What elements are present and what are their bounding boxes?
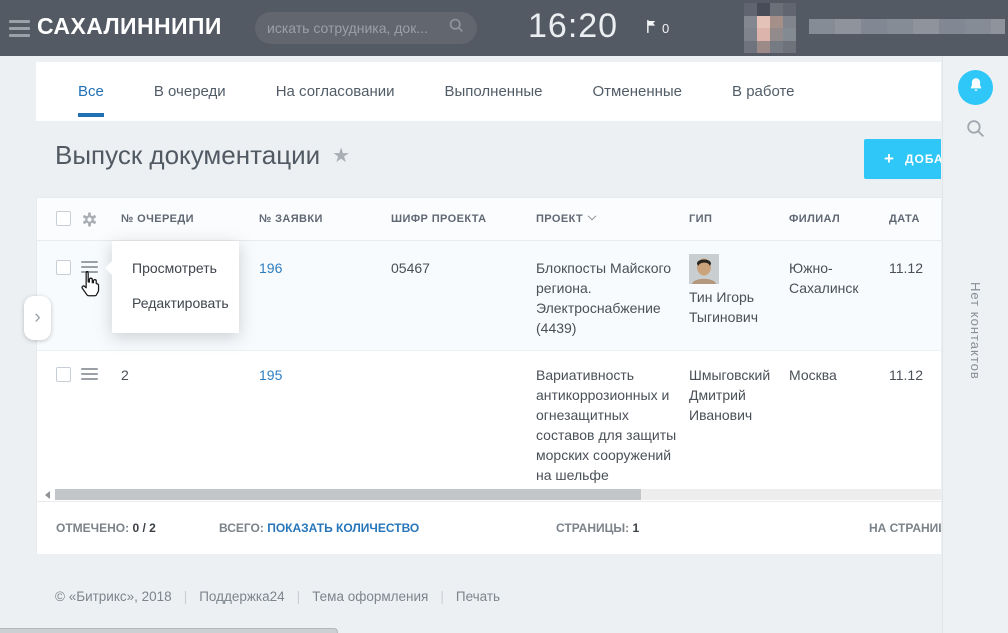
- date-cell: 11.12: [889, 365, 941, 385]
- column-header-branch[interactable]: ФИЛИАЛ: [789, 213, 840, 225]
- notifications-flag-button[interactable]: 0: [646, 19, 669, 37]
- triangle-left-icon: [45, 491, 50, 499]
- request-number-link[interactable]: 195: [259, 365, 282, 385]
- row-actions-icon[interactable]: [81, 261, 98, 276]
- scroll-left-button[interactable]: [41, 490, 53, 500]
- context-menu-item-view[interactable]: Просмотреть: [112, 251, 239, 286]
- gip-name-cell[interactable]: Шмыговский Дмитрий Иванович: [689, 365, 784, 425]
- expand-panel-button[interactable]: ›: [24, 296, 51, 340]
- row-context-menu: Просмотреть Редактировать: [112, 241, 239, 333]
- project-cell: Вариативность антикоррозионных и огнезащ…: [536, 365, 688, 485]
- grid-horizontal-scrollbar[interactable]: [37, 488, 941, 501]
- contacts-search-icon[interactable]: [965, 118, 986, 144]
- request-number-link[interactable]: 196: [259, 258, 282, 278]
- chevron-down-icon: [588, 212, 596, 220]
- active-tab-underline: [78, 113, 104, 117]
- user-name-blurred[interactable]: [809, 19, 1005, 34]
- gip-name-cell[interactable]: Тин Игорь Тыгинович: [689, 287, 784, 327]
- pages-counter: СТРАНИЦЫ: 1: [556, 521, 639, 535]
- top-header: САХАЛИННИПИ 16:20 0: [0, 0, 1008, 56]
- row-checkbox[interactable]: [56, 260, 71, 275]
- chevron-right-icon: ›: [34, 307, 40, 329]
- tab-all[interactable]: Все: [78, 62, 104, 121]
- gear-icon[interactable]: [81, 211, 98, 233]
- footer-link-print[interactable]: Печать: [456, 589, 500, 604]
- page-title-row: Выпуск документации ★: [55, 140, 350, 171]
- column-header-queue[interactable]: № ОЧЕРЕДИ: [121, 213, 194, 225]
- flag-icon: [646, 19, 657, 37]
- page-number[interactable]: 1: [632, 521, 639, 535]
- row-checkbox[interactable]: [56, 367, 71, 382]
- header-clock: 16:20: [528, 7, 618, 46]
- grid-footer-bar: ОТМЕЧЕНО: 0 / 2 ВСЕГО: ПОКАЗАТЬ КОЛИЧЕСТ…: [37, 501, 941, 554]
- app-title: САХАЛИННИПИ: [37, 13, 222, 40]
- bell-icon: [967, 76, 985, 99]
- column-header-gip[interactable]: ГИП: [689, 213, 712, 225]
- plus-icon: +: [884, 149, 895, 169]
- footer-link-support[interactable]: Поддержка24: [199, 589, 284, 604]
- footer-link-theme[interactable]: Тема оформления: [312, 589, 428, 604]
- tab-queued[interactable]: В очереди: [154, 62, 226, 121]
- contacts-rail: Нет контактов: [942, 56, 1008, 633]
- hamburger-menu-icon[interactable]: [9, 20, 30, 41]
- page-horizontal-scrollbar[interactable]: [0, 628, 338, 633]
- gip-avatar[interactable]: [689, 254, 719, 284]
- tab-approval[interactable]: На согласовании: [276, 62, 395, 121]
- select-all-checkbox[interactable]: [56, 211, 71, 226]
- scrollbar-thumb[interactable]: [55, 489, 641, 500]
- per-page-label[interactable]: НА СТРАНИЦЕ:: [869, 521, 941, 535]
- no-contacts-label: Нет контактов: [968, 282, 983, 380]
- row-actions-icon[interactable]: [81, 368, 98, 383]
- tab-cancelled[interactable]: Отмененные: [593, 62, 683, 121]
- global-search[interactable]: [255, 12, 477, 44]
- notifications-bell-button[interactable]: [958, 70, 993, 105]
- grid-header-row: № ОЧЕРЕДИ № ЗАЯВКИ ШИФР ПРОЕКТА ПРОЕКТ Г…: [37, 198, 941, 241]
- project-code-cell: 05467: [391, 258, 430, 278]
- page-footer: © «Битрикс», 2018 | Поддержка24 | Тема о…: [55, 589, 500, 604]
- global-search-input[interactable]: [267, 20, 448, 36]
- app-window: САХАЛИННИПИ 16:20 0: [0, 0, 1008, 633]
- user-avatar-blurred[interactable]: [744, 3, 796, 53]
- favorite-star-icon[interactable]: ★: [332, 143, 350, 168]
- show-count-link[interactable]: ПОКАЗАТЬ КОЛИЧЕСТВО: [267, 521, 419, 535]
- tab-done[interactable]: Выполненные: [445, 62, 543, 121]
- copyright-text: © «Битрикс», 2018: [55, 589, 172, 604]
- checked-counter: ОТМЕЧЕНО: 0 / 2: [56, 521, 156, 535]
- table-row[interactable]: 2 195 Вариативность антикоррозионных и о…: [37, 351, 941, 488]
- queue-number-cell: 2: [121, 365, 129, 385]
- branch-cell: Москва: [789, 365, 879, 385]
- column-header-project[interactable]: ПРОЕКТ: [536, 213, 595, 225]
- column-header-code[interactable]: ШИФР ПРОЕКТА: [391, 213, 487, 225]
- search-icon: [448, 17, 465, 39]
- total-counter: ВСЕГО: ПОКАЗАТЬ КОЛИЧЕСТВО: [219, 521, 419, 535]
- tab-in-progress[interactable]: В работе: [732, 62, 795, 121]
- page-title: Выпуск документации: [55, 140, 320, 171]
- branch-cell: Южно-Сахалинск: [789, 258, 879, 298]
- column-header-date[interactable]: ДАТА: [889, 213, 920, 225]
- context-menu-arrow: [105, 261, 112, 275]
- context-menu-item-edit[interactable]: Редактировать: [112, 286, 239, 321]
- status-tabs-bar: Все В очереди На согласовании Выполненны…: [36, 62, 941, 121]
- main-content: Все В очереди На согласовании Выполненны…: [36, 56, 941, 633]
- column-header-request[interactable]: № ЗАЯВКИ: [259, 213, 323, 225]
- flag-count: 0: [662, 21, 669, 36]
- project-cell: Блокпосты Майского региона. Электроснабж…: [536, 258, 688, 338]
- add-button[interactable]: + ДОБАВИТЬ: [864, 139, 941, 179]
- date-cell: 11.12: [889, 258, 941, 278]
